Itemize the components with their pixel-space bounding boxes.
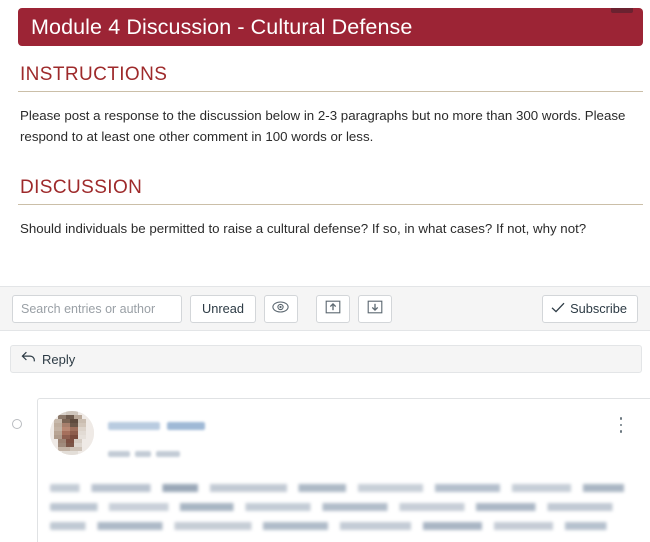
message-line [50, 484, 642, 492]
reply-button[interactable]: Reply [10, 345, 642, 373]
entry-author-name[interactable] [108, 417, 205, 435]
entry-message [50, 484, 650, 530]
page-content: Module 4 Discussion - Cultural Defense I… [0, 8, 650, 240]
instructions-text: Please post a response to the discussion… [20, 108, 626, 144]
expand-threads-button[interactable] [357, 294, 392, 323]
entry-timestamp [108, 445, 205, 463]
mark-all-read-button[interactable] [263, 294, 298, 323]
page-title: Module 4 Discussion - Cultural Defense [31, 14, 413, 39]
kebab-menu-icon[interactable] [614, 415, 628, 435]
unread-indicator[interactable] [12, 419, 22, 429]
expand-threads-icon [367, 300, 383, 317]
entry-card [37, 398, 650, 542]
instructions-divider [18, 91, 643, 92]
entry-author-block [108, 411, 205, 463]
instructions-heading: INSTRUCTIONS [20, 64, 168, 85]
entry-header [50, 411, 650, 463]
cut-off-top-chip[interactable] [611, 8, 633, 13]
timestamp-redacted-b [135, 450, 151, 457]
discussion-entry [0, 398, 650, 542]
message-line [50, 522, 642, 530]
reply-arrow-icon [21, 350, 36, 368]
discussion-heading: DISCUSSION [20, 177, 143, 199]
avatar[interactable] [50, 411, 94, 455]
collapse-threads-button[interactable] [315, 294, 350, 323]
discussion-text: Should individuals be permitted to raise… [20, 221, 587, 237]
message-line [50, 503, 642, 511]
timestamp-redacted-a [108, 450, 130, 457]
discussion-section: DISCUSSION Should individuals be permitt… [18, 177, 643, 240]
reply-label: Reply [42, 351, 76, 367]
instructions-section: INSTRUCTIONS Please post a response to t… [18, 64, 643, 147]
page-title-banner: Module 4 Discussion - Cultural Defense [18, 8, 643, 46]
subscribe-button[interactable]: Subscribe [542, 294, 638, 323]
author-name-redacted-first [108, 421, 160, 430]
check-icon [551, 301, 565, 316]
subscribe-label: Subscribe [570, 301, 627, 316]
author-name-redacted-last [167, 421, 205, 430]
discussion-toolbar: Unread [0, 286, 650, 331]
discussion-divider [18, 204, 643, 206]
timestamp-redacted-c [156, 450, 180, 457]
search-input[interactable] [12, 294, 182, 323]
unread-filter-button[interactable]: Unread [190, 294, 256, 323]
collapse-threads-icon [325, 300, 341, 317]
eye-icon [272, 301, 290, 316]
